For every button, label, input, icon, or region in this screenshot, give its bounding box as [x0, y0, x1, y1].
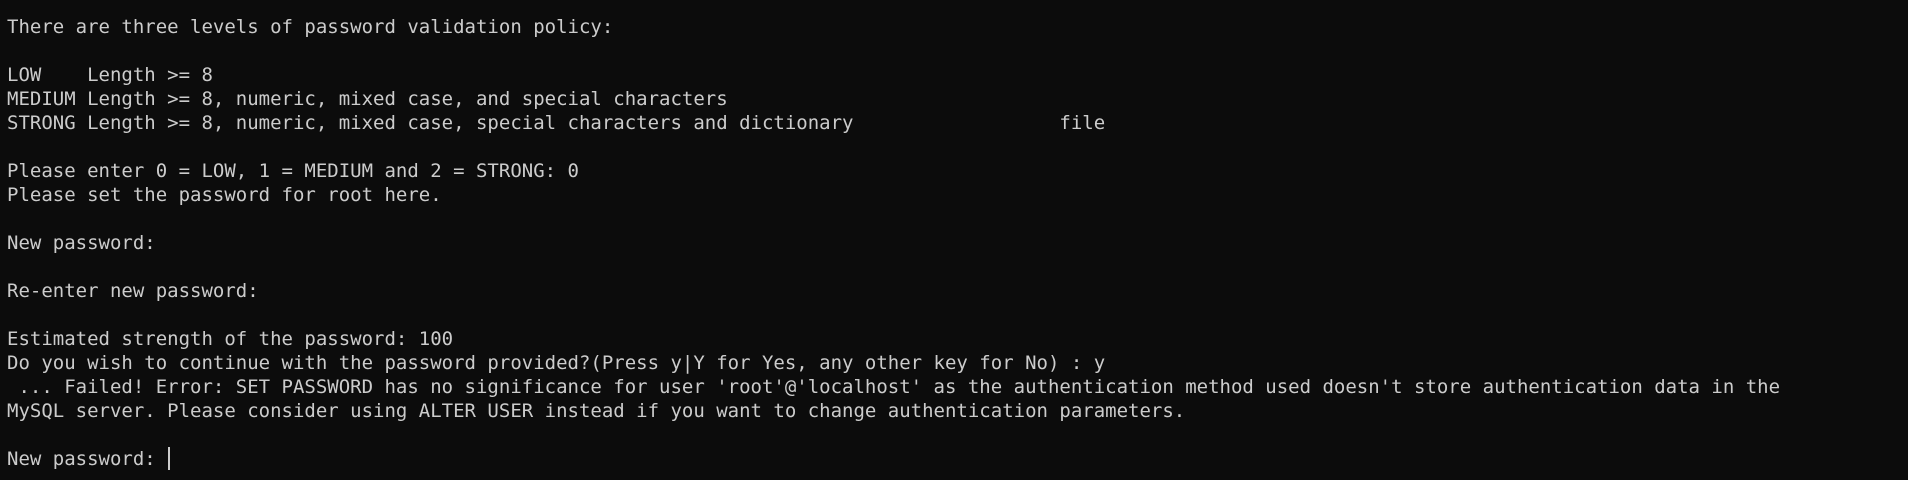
terminal-line: Estimated strength of the password: 100: [7, 328, 454, 350]
text-cursor: [168, 447, 171, 470]
active-prompt-line[interactable]: New password:: [7, 447, 1908, 471]
terminal-window[interactable]: There are three levels of password valid…: [0, 0, 1908, 480]
terminal-line: Please set the password for root here.: [7, 184, 442, 206]
terminal-line: MEDIUM Length >= 8, numeric, mixed case,…: [7, 88, 728, 110]
terminal-line: New password:: [7, 232, 156, 254]
terminal-line: Do you wish to continue with the passwor…: [7, 352, 1106, 374]
terminal-line: LOW Length >= 8: [7, 64, 213, 86]
terminal-line: ... Failed! Error: SET PASSWORD has no s…: [7, 376, 1781, 398]
terminal-line: MySQL server. Please consider using ALTE…: [7, 400, 1186, 422]
terminal-line: Please enter 0 = LOW, 1 = MEDIUM and 2 =…: [7, 160, 579, 182]
password-prompt: New password:: [7, 448, 168, 470]
terminal-line: Re-enter new password:: [7, 280, 259, 302]
terminal-line: STRONG Length >= 8, numeric, mixed case,…: [7, 112, 1106, 134]
terminal-line: There are three levels of password valid…: [7, 16, 614, 38]
